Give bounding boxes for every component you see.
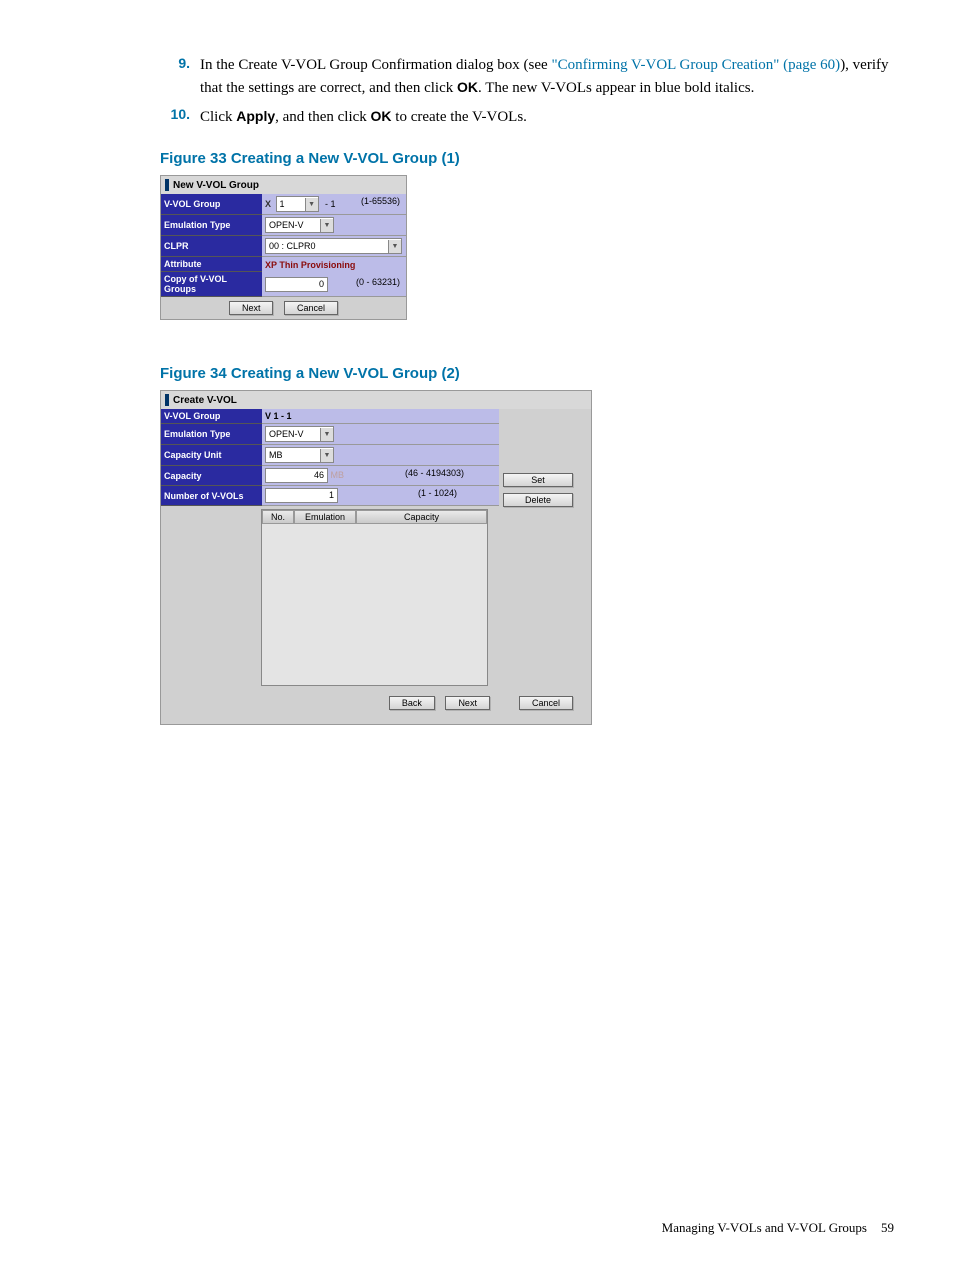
figure34-dialog: Create V-VOL V-VOL Group V 1 - 1 Emulati… (160, 390, 592, 725)
chevron-down-icon[interactable]: ▼ (320, 449, 333, 462)
chevron-down-icon[interactable]: ▼ (320, 219, 333, 232)
vvol-range: (1-65536) (361, 196, 400, 206)
label-vvol-group: V-VOL Group (161, 409, 262, 424)
step-number: 9. (150, 55, 200, 100)
vvol-list[interactable]: No. Emulation Capacity (261, 509, 488, 686)
cancel-button[interactable]: Cancel (519, 696, 573, 710)
capacity-input[interactable]: 46 (265, 468, 328, 483)
chevron-down-icon[interactable]: ▼ (305, 198, 318, 211)
label-clpr: CLPR (161, 236, 262, 257)
step-text: In the Create V-VOL Group Confirmation d… (200, 55, 894, 100)
capacity-unit-text: MB (331, 470, 345, 480)
x-prefix: X (265, 199, 271, 209)
back-button[interactable]: Back (389, 696, 435, 710)
next-button[interactable]: Next (229, 301, 274, 315)
link-confirming[interactable]: "Confirming V-VOL Group Creation" (page … (551, 57, 840, 73)
step-number: 10. (150, 106, 200, 129)
label-vvol-group: V-VOL Group (161, 194, 262, 215)
dialog-title: Create V-VOL (161, 391, 591, 409)
label-emulation: Emulation Type (161, 424, 262, 445)
vvol-group-dropdown[interactable]: 1▼ (276, 196, 319, 212)
chevron-down-icon[interactable]: ▼ (388, 240, 401, 253)
label-capacity-unit: Capacity Unit (161, 445, 262, 466)
page-footer: Managing V-VOLs and V-VOL Groups59 (662, 1220, 894, 1236)
label-copy: Copy of V-VOL Groups (161, 272, 262, 297)
col-capacity[interactable]: Capacity (356, 510, 487, 524)
label-number-vvols: Number of V-VOLs (161, 486, 262, 506)
chevron-down-icon[interactable]: ▼ (320, 428, 333, 441)
cancel-button[interactable]: Cancel (284, 301, 338, 315)
attribute-value: XP Thin Provisioning (262, 257, 406, 272)
vvol-group-value: V 1 - 1 (262, 409, 499, 424)
vvol-suffix: - 1 (325, 199, 336, 209)
emulation-dropdown[interactable]: OPEN-V▼ (265, 426, 334, 442)
label-capacity: Capacity (161, 466, 262, 486)
figure33-dialog: New V-VOL Group V-VOL Group X 1▼ - 1 (1-… (160, 175, 407, 320)
figure33-caption: Figure 33 Creating a New V-VOL Group (1) (160, 150, 894, 167)
unit-dropdown[interactable]: MB▼ (265, 447, 334, 463)
copy-input[interactable]: 0 (265, 277, 328, 292)
next-button[interactable]: Next (445, 696, 490, 710)
number-input[interactable]: 1 (265, 488, 338, 503)
clpr-dropdown[interactable]: 00 : CLPR0▼ (265, 238, 402, 254)
delete-button[interactable]: Delete (503, 493, 573, 507)
label-attribute: Attribute (161, 257, 262, 272)
number-range: (1 - 1024) (418, 488, 457, 498)
copy-range: (0 - 63231) (356, 277, 400, 287)
set-button[interactable]: Set (503, 473, 573, 487)
figure34-caption: Figure 34 Creating a New V-VOL Group (2) (160, 365, 894, 382)
capacity-range: (46 - 4194303) (405, 468, 464, 478)
col-emulation[interactable]: Emulation (294, 510, 356, 524)
emulation-dropdown[interactable]: OPEN-V▼ (265, 217, 334, 233)
label-emulation: Emulation Type (161, 215, 262, 236)
step-text: Click Apply, and then click OK to create… (200, 106, 894, 129)
col-no[interactable]: No. (262, 510, 294, 524)
dialog-title: New V-VOL Group (161, 176, 406, 194)
